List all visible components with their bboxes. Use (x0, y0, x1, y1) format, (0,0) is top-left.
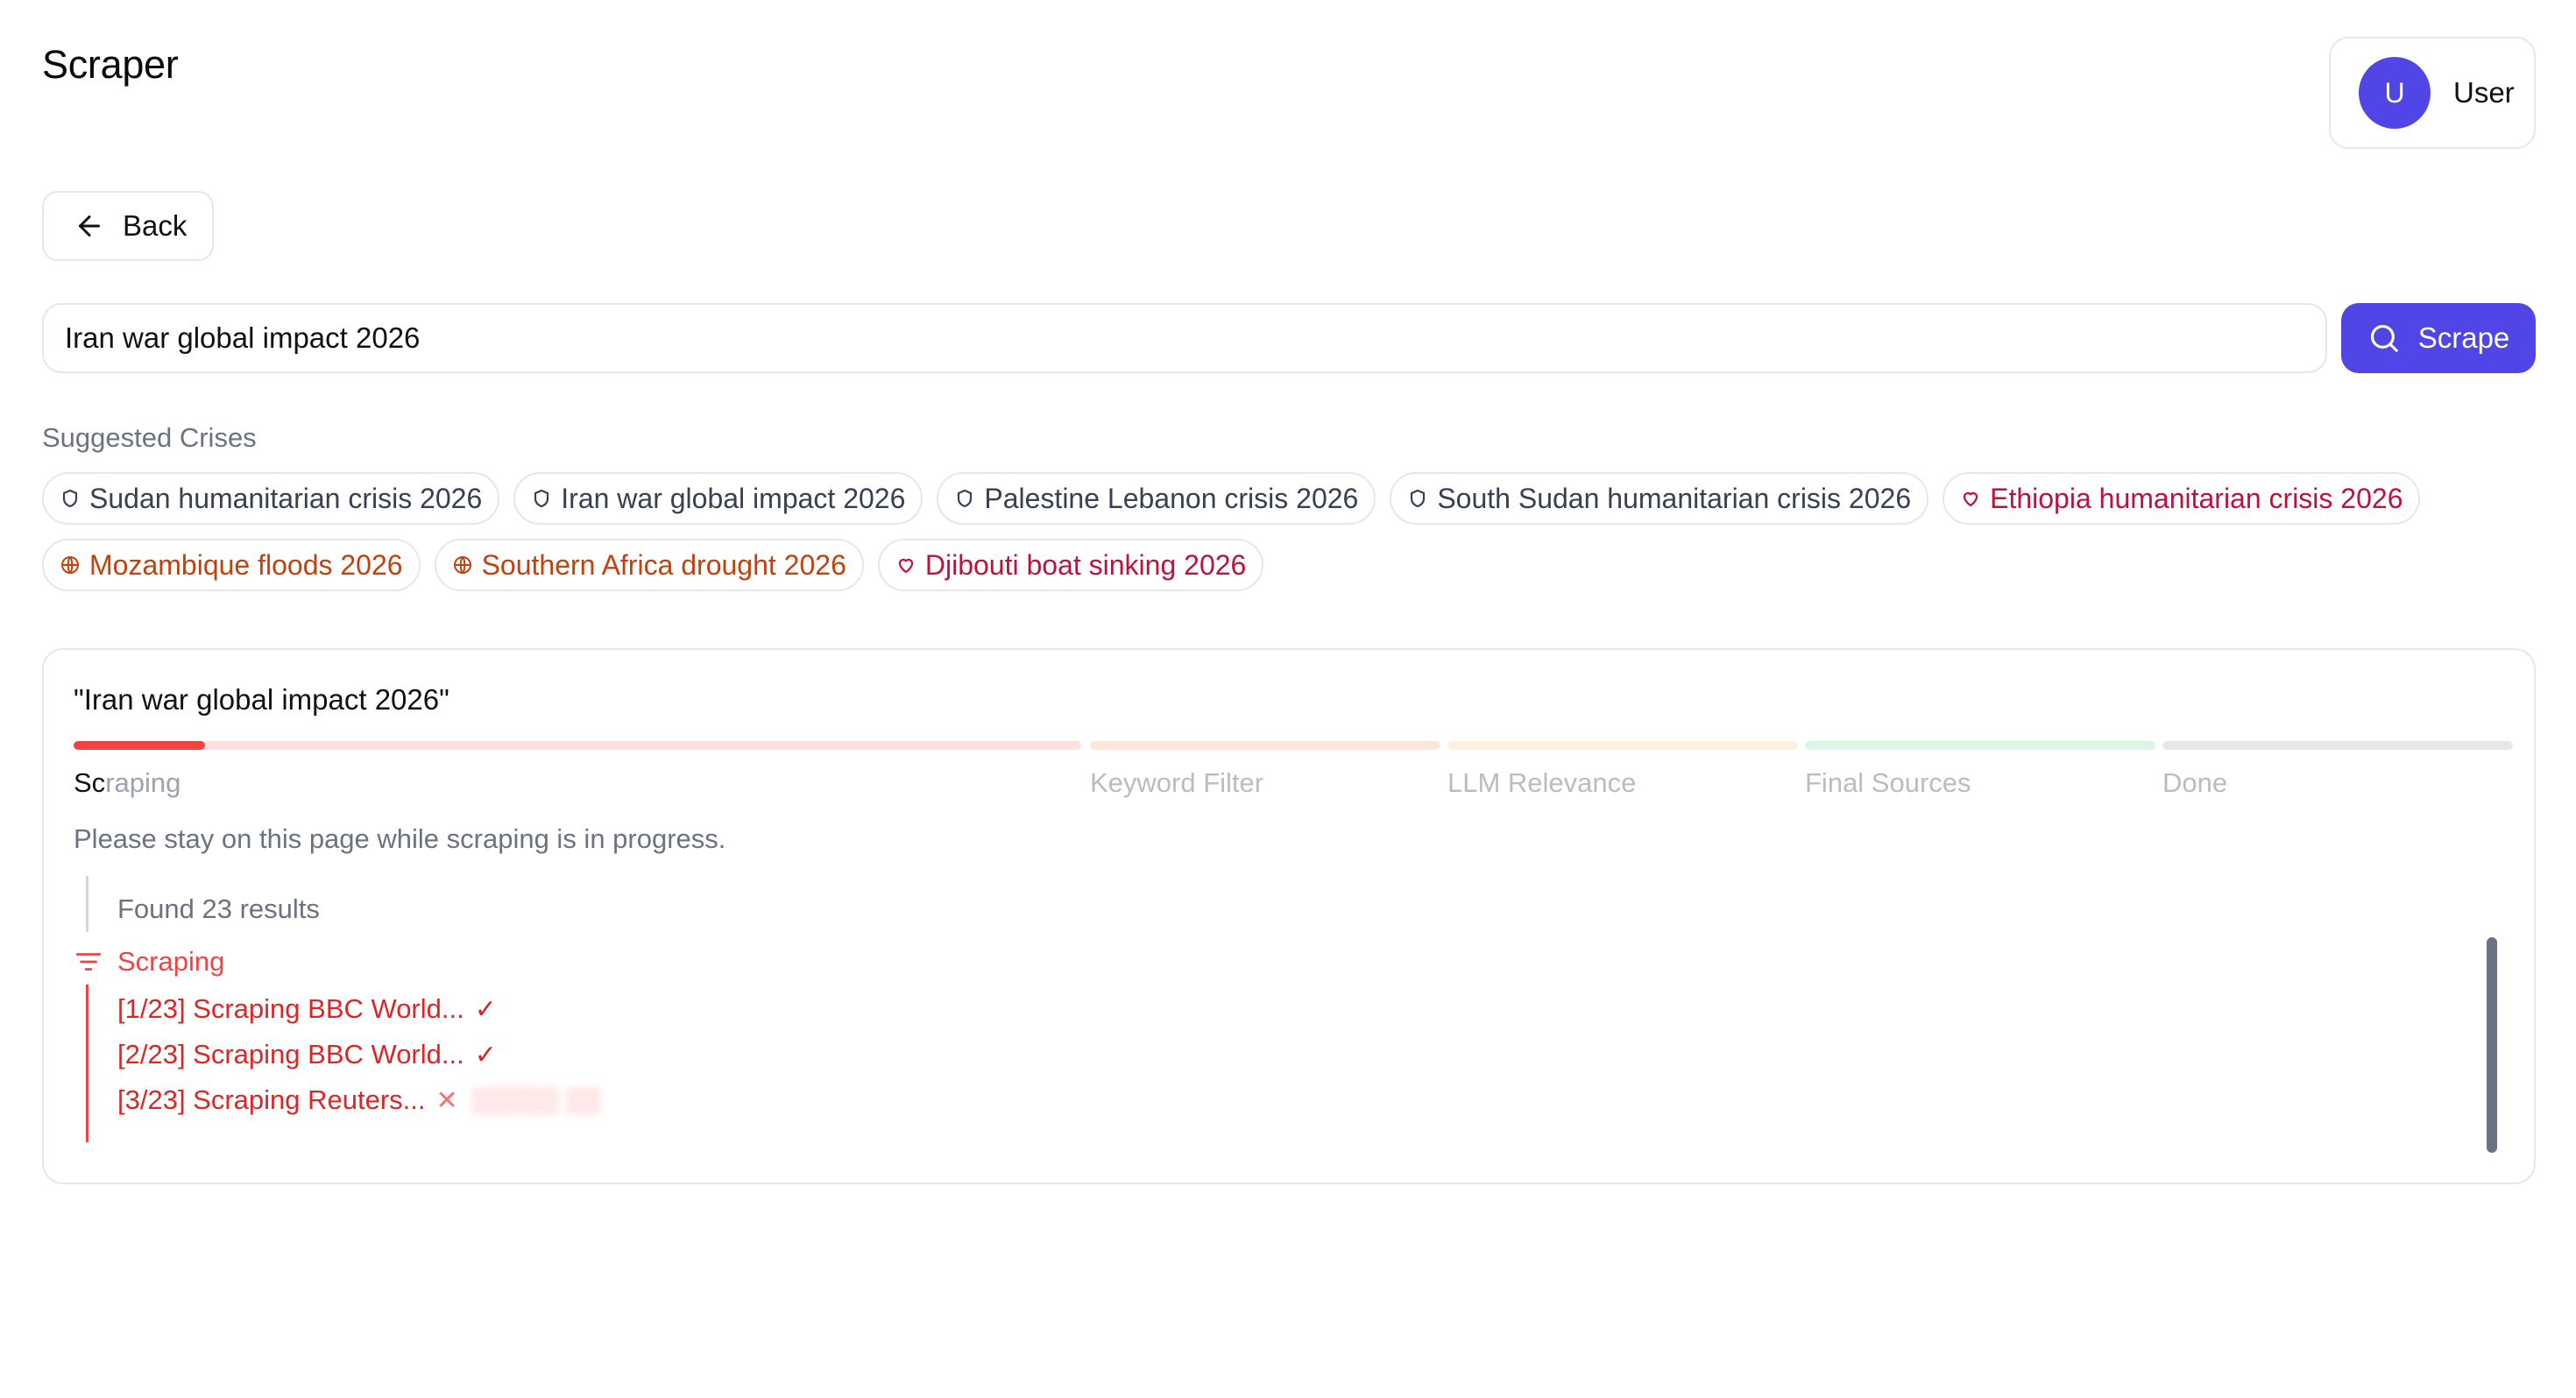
log-rail-active (86, 985, 88, 1142)
heart-icon (895, 554, 916, 575)
suggested-chip[interactable]: Palestine Lebanon crisis 2026 (937, 472, 1376, 525)
log-entry: [1/23] Scraping BBC World... ✓ (117, 993, 497, 1025)
chip-label: South Sudan humanitarian crisis 2026 (1437, 482, 1912, 514)
avatar: U (2359, 57, 2431, 129)
progress-query-title: "Iran war global impact 2026" (74, 683, 449, 716)
arrow-left-icon (74, 210, 105, 242)
shield-icon (954, 488, 975, 509)
user-name: User (2453, 76, 2515, 109)
log-entry-text: [1/23] Scraping BBC World... (117, 993, 464, 1024)
stage-label-llm-relevance: LLM Relevance (1447, 767, 1637, 798)
chip-label: Sudan humanitarian crisis 2026 (89, 482, 483, 514)
back-label: Back (123, 209, 188, 242)
shield-icon (60, 488, 81, 509)
scraping-section-label: Scraping (117, 946, 225, 977)
found-results-text: Found 23 results (117, 893, 320, 924)
stay-message: Please stay on this page while scraping … (74, 823, 726, 854)
chip-label: Palestine Lebanon crisis 2026 (984, 482, 1359, 514)
stage-label-scraping: Scraping (74, 767, 181, 798)
stage-bar-keyword-filter (1090, 741, 1440, 750)
search-input[interactable] (42, 303, 2327, 373)
close-icon: ✕ (435, 1085, 458, 1115)
stage-label-final-sources: Final Sources (1805, 767, 1971, 798)
user-menu[interactable]: U User (2329, 37, 2536, 149)
suggested-chips-row-2: Mozambique floods 2026 Southern Africa d… (42, 539, 1264, 591)
check-icon: ✓ (474, 994, 497, 1024)
suggested-chips-row-1: Sudan humanitarian crisis 2026 Iran war … (42, 472, 2421, 525)
stage-bar-llm-relevance (1447, 741, 1798, 750)
stage-label-keyword-filter: Keyword Filter (1090, 767, 1264, 798)
search-icon (2367, 321, 2401, 355)
shield-icon (531, 488, 552, 509)
log-entry: [3/23] Scraping Reuters... ✕ ▒▒▒▒▒ ▒▒ (117, 1084, 600, 1116)
globe-icon (60, 554, 81, 575)
page-title: Scraper (42, 42, 179, 87)
chip-label: Mozambique floods 2026 (89, 548, 403, 581)
stage-bar-final-sources (1805, 741, 2155, 750)
suggested-crises-title: Suggested Crises (42, 422, 257, 453)
suggested-chip[interactable]: Sudan humanitarian crisis 2026 (42, 472, 500, 525)
blurred-status: ▒▒▒▒▒ ▒▒ (471, 1086, 601, 1113)
scrape-progress-card: "Iran war global impact 2026" Scraping K… (42, 648, 2536, 1184)
log-entry-text: [3/23] Scraping Reuters... (117, 1084, 426, 1115)
scrape-button[interactable]: Scrape (2341, 303, 2536, 373)
log-rail (86, 876, 88, 932)
heart-icon (1960, 488, 1981, 509)
chip-label: Southern Africa drought 2026 (481, 548, 846, 581)
stage-fill (74, 741, 205, 750)
suggested-chip[interactable]: Iran war global impact 2026 (513, 472, 924, 525)
suggested-chip[interactable]: Mozambique floods 2026 (42, 539, 421, 591)
log-entry: [2/23] Scraping BBC World... ✓ (117, 1039, 497, 1070)
suggested-chip[interactable]: Djibouti boat sinking 2026 (877, 539, 1264, 591)
scraping-section-header: Scraping (74, 946, 224, 978)
chip-label: Djibouti boat sinking 2026 (924, 548, 1247, 581)
chip-label: Iran war global impact 2026 (561, 482, 906, 514)
stage-bar-done (2162, 741, 2513, 750)
scrape-button-label: Scrape (2417, 321, 2510, 354)
filter-icon (74, 947, 103, 977)
log-entry-text: [2/23] Scraping BBC World... (117, 1039, 464, 1070)
suggested-chip[interactable]: Southern Africa drought 2026 (434, 539, 864, 591)
log-scrollbar[interactable] (2487, 937, 2497, 1153)
suggested-chip[interactable]: Ethiopia humanitarian crisis 2026 (1943, 472, 2421, 525)
stage-label-done: Done (2162, 767, 2228, 798)
suggested-chip[interactable]: South Sudan humanitarian crisis 2026 (1390, 472, 1929, 525)
stage-bar-scraping (74, 741, 1081, 750)
shield-icon (1407, 488, 1428, 509)
globe-icon (452, 554, 473, 575)
back-button[interactable]: Back (42, 191, 214, 261)
scrape-log[interactable]: Found 23 results Scraping [1/23] Scrapin… (74, 876, 2492, 1174)
check-icon: ✓ (474, 1040, 497, 1070)
chip-label: Ethiopia humanitarian crisis 2026 (1990, 482, 2403, 514)
